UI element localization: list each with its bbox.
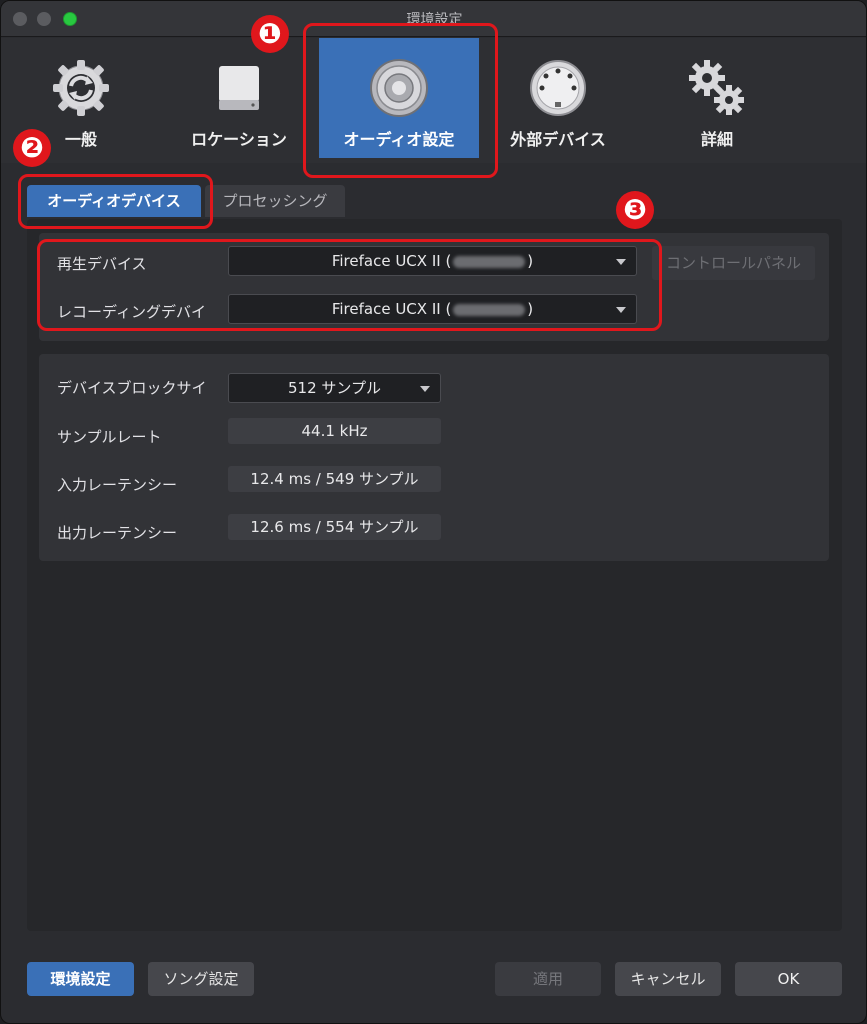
- toolbar-item-location[interactable]: ロケーション: [159, 38, 319, 158]
- gears-icon: [689, 60, 744, 115]
- block-size-label: デバイスブロックサイ: [57, 379, 207, 397]
- sample-rate-label: サンプルレート: [57, 428, 162, 446]
- block-size-value: 512 サンプル: [288, 379, 381, 397]
- apply-button[interactable]: 適用: [495, 962, 601, 996]
- output-latency-label: 出力レーテンシー: [57, 524, 178, 542]
- cancel-button[interactable]: キャンセル: [615, 962, 721, 996]
- annotation-box-1: [303, 23, 498, 178]
- sync-gear-icon: [53, 60, 109, 116]
- annotation-badge-3: ❸: [616, 191, 654, 229]
- toolbar-label-location: ロケーション: [191, 130, 287, 149]
- annotation-badge-2: ❷: [13, 129, 51, 167]
- toolbar-label-external-devices: 外部デバイス: [510, 130, 606, 149]
- annotation-box-2: [18, 174, 213, 229]
- annotation-badge-1: ❶: [251, 15, 289, 53]
- preferences-window: 環境設定 一般 ロケーション オーディオ設定 外部デバイス 詳細 オーディオデバ…: [0, 0, 867, 1024]
- toolbar-item-advanced[interactable]: 詳細: [637, 38, 797, 158]
- annotation-box-3: [37, 239, 662, 331]
- block-size-select[interactable]: 512 サンプル: [228, 373, 441, 403]
- midi-connector-icon: [530, 60, 586, 116]
- drive-icon: [219, 66, 259, 110]
- song-settings-button[interactable]: ソング設定: [148, 962, 254, 996]
- toolbar-label-advanced: 詳細: [700, 130, 733, 149]
- ok-button[interactable]: OK: [735, 962, 842, 996]
- input-latency-value: 12.4 ms / 549 サンプル: [228, 466, 441, 492]
- env-settings-button[interactable]: 環境設定: [27, 962, 134, 996]
- sample-rate-value: 44.1 kHz: [228, 418, 441, 444]
- tab-processing[interactable]: プロセッシング: [205, 185, 345, 217]
- output-latency-value: 12.6 ms / 554 サンプル: [228, 514, 441, 540]
- control-panel-button[interactable]: コントロールパネル: [652, 246, 815, 280]
- input-latency-label: 入力レーテンシー: [57, 476, 178, 494]
- chevron-down-icon: [420, 386, 430, 392]
- toolbar-item-external-devices[interactable]: 外部デバイス: [478, 38, 638, 158]
